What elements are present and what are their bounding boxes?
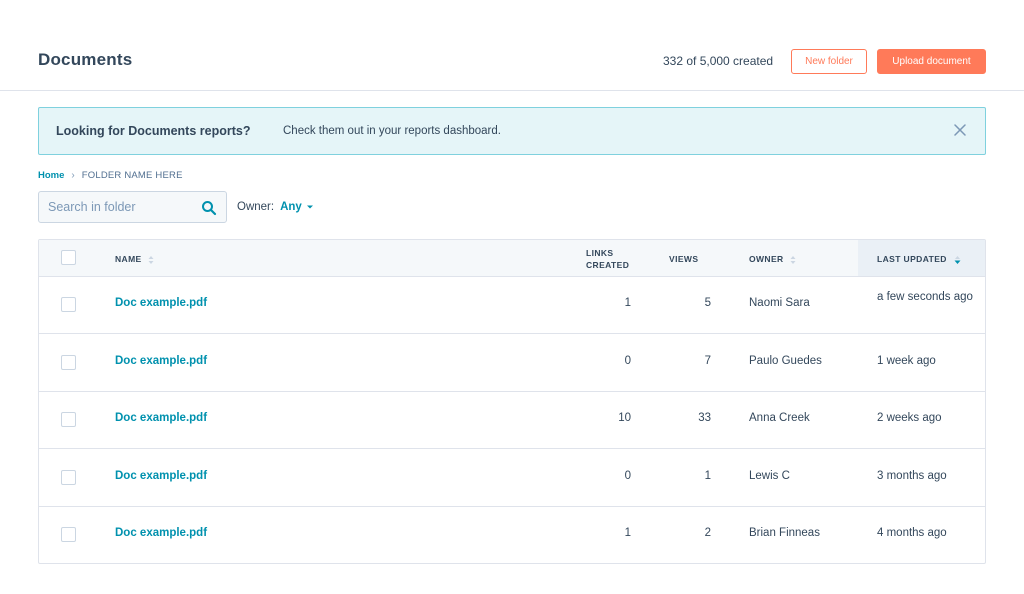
breadcrumb-current-folder: FOLDER NAME HERE [81, 170, 183, 181]
folder-search-box [38, 191, 227, 223]
table-row[interactable]: Doc example.pdf 0 1 Lewis C 3 months ago [39, 450, 985, 507]
views-value: 7 [704, 355, 711, 367]
column-header-name-label: NAME [115, 254, 142, 264]
last-updated-value: a few seconds ago [877, 291, 973, 303]
links-created-value: 10 [618, 412, 631, 424]
search-icon[interactable] [201, 200, 217, 216]
owner-value: Paulo Guedes [749, 355, 822, 367]
views-value: 5 [704, 297, 711, 309]
column-header-links-line2: CREATED [586, 260, 630, 270]
column-header-last-updated[interactable]: LAST UPDATED [877, 253, 961, 265]
links-created-value: 0 [624, 470, 631, 482]
sort-icon[interactable] [148, 255, 154, 265]
alert-title: Looking for Documents reports? [56, 124, 251, 138]
row-checkbox[interactable] [61, 355, 76, 370]
column-header-owner-label: OWNER [749, 254, 784, 264]
owner-value: Brian Finneas [749, 527, 820, 539]
breadcrumb-separator: › [71, 170, 75, 181]
owner-value: Anna Creek [749, 412, 810, 424]
views-value: 1 [704, 470, 711, 482]
search-input[interactable] [39, 192, 199, 222]
table-header: NAME LINKS CREATED VIEWS OWNER LAST UPDA… [39, 240, 985, 277]
column-header-links-created[interactable]: LINKS CREATED [586, 247, 629, 271]
close-icon[interactable] [952, 122, 968, 138]
row-checkbox[interactable] [61, 470, 76, 485]
document-name-link[interactable]: Doc example.pdf [115, 355, 207, 367]
row-checkbox[interactable] [61, 527, 76, 542]
views-value: 33 [698, 412, 711, 424]
new-folder-button[interactable]: New folder [791, 49, 867, 74]
reports-alert-banner: Looking for Documents reports? Check the… [38, 107, 986, 155]
document-name-link[interactable]: Doc example.pdf [115, 527, 207, 539]
owner-value: Lewis C [749, 470, 790, 482]
document-name-link[interactable]: Doc example.pdf [115, 297, 207, 309]
breadcrumb-home-link[interactable]: Home [38, 170, 64, 181]
last-updated-value: 4 months ago [877, 527, 947, 539]
table-row[interactable]: Doc example.pdf 0 7 Paulo Guedes 1 week … [39, 335, 985, 392]
column-header-links-line1: LINKS [586, 248, 614, 258]
owner-value: Naomi Sara [749, 297, 810, 309]
column-header-views[interactable]: VIEWS [669, 253, 698, 265]
table-row[interactable]: Doc example.pdf 10 33 Anna Creek 2 weeks… [39, 392, 985, 449]
column-header-owner[interactable]: OWNER [749, 253, 796, 265]
sort-descending-icon[interactable] [954, 255, 961, 265]
alert-body[interactable]: Check them out in your reports dashboard… [283, 125, 501, 137]
chevron-down-icon[interactable] [306, 203, 314, 211]
row-checkbox[interactable] [61, 297, 76, 312]
links-created-value: 1 [624, 527, 631, 539]
links-created-value: 1 [624, 297, 631, 309]
owner-filter-dropdown[interactable]: Any [280, 201, 302, 213]
last-updated-value: 2 weeks ago [877, 412, 942, 424]
column-header-last-updated-label: LAST UPDATED [877, 254, 947, 264]
upload-document-button[interactable]: Upload document [877, 49, 986, 74]
table-row[interactable]: Doc example.pdf 1 5 Naomi Sara a few sec… [39, 277, 985, 334]
links-created-value: 0 [624, 355, 631, 367]
page-title: Documents [38, 50, 133, 69]
owner-filter-label: Owner: [237, 201, 275, 213]
documents-table: NAME LINKS CREATED VIEWS OWNER LAST UPDA… [38, 239, 986, 564]
last-updated-value: 3 months ago [877, 470, 947, 482]
views-value: 2 [704, 527, 711, 539]
document-name-link[interactable]: Doc example.pdf [115, 470, 207, 482]
column-header-name[interactable]: NAME [115, 253, 154, 265]
last-updated-value: 1 week ago [877, 355, 936, 367]
page-header: Documents 332 of 5,000 created New folde… [0, 0, 1024, 91]
breadcrumb: Home › FOLDER NAME HERE [38, 170, 183, 181]
sort-icon[interactable] [790, 255, 796, 265]
row-checkbox[interactable] [61, 412, 76, 427]
usage-count: 332 of 5,000 created [663, 54, 774, 68]
select-all-checkbox[interactable] [61, 250, 76, 265]
document-name-link[interactable]: Doc example.pdf [115, 412, 207, 424]
table-row[interactable]: Doc example.pdf 1 2 Brian Finneas 4 mont… [39, 507, 985, 564]
owner-filter: Owner: Any [237, 201, 314, 213]
